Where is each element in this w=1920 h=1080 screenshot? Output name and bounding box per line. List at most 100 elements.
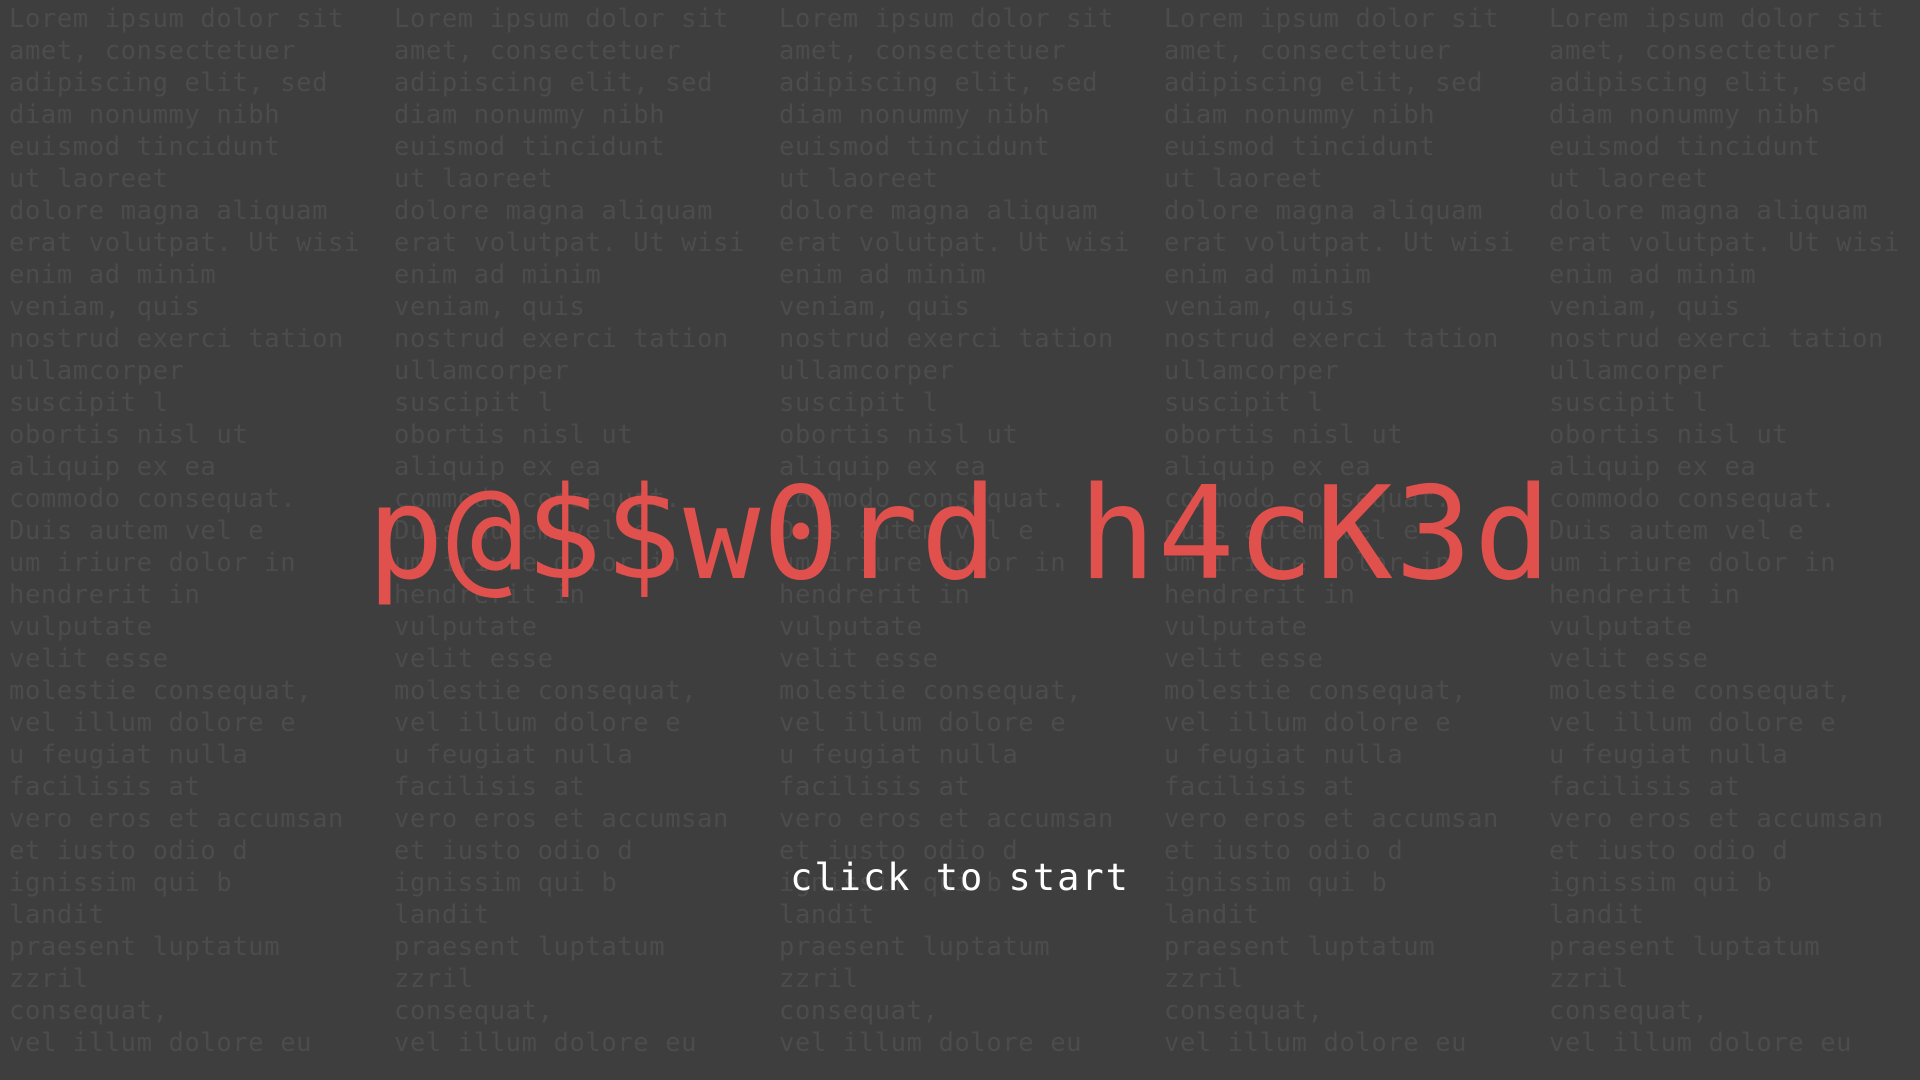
background-text-line: diam nonummy nibh bbox=[779, 100, 1051, 130]
background-text-line: vel illum dolore eu bbox=[9, 1028, 313, 1058]
background-text-line: diam nonummy nibh bbox=[1164, 100, 1436, 130]
background-text-line: praesent luptatum bbox=[1164, 932, 1436, 962]
background-text-line: veniam, quis bbox=[9, 292, 201, 322]
background-text-line: vulputate bbox=[1549, 612, 1693, 642]
background-text-line: zzril bbox=[1164, 964, 1244, 994]
background-text-line: amet, consectetuer bbox=[1549, 36, 1837, 66]
background-text-line: erat volutpat. Ut wisi bbox=[394, 228, 745, 258]
background-text-line: velit esse bbox=[9, 644, 169, 674]
background-text-line: diam nonummy nibh bbox=[1549, 100, 1821, 130]
background-text-line: obortis nisl ut bbox=[9, 420, 249, 450]
background-text-line: nostrud exerci tation bbox=[9, 324, 344, 354]
start-prompt[interactable]: click to start bbox=[0, 855, 1920, 901]
background-text-line: ut laoreet bbox=[779, 164, 939, 194]
background-text-line: suscipit l bbox=[394, 388, 554, 418]
background-text-line: landit bbox=[1164, 900, 1260, 930]
background-text-line: praesent luptatum bbox=[779, 932, 1051, 962]
background-text-line: ullamcorper bbox=[1549, 356, 1725, 386]
background-text-line: vero eros et accumsan bbox=[779, 804, 1114, 834]
background-text-line: euismod tincidunt bbox=[394, 132, 666, 162]
background-text-line: vel illum dolore eu bbox=[394, 1028, 698, 1058]
background-text-line: consequat, bbox=[9, 996, 169, 1026]
background-text-line: adipiscing elit, sed bbox=[1164, 68, 1484, 98]
background-text-line: u feugiat nulla bbox=[1549, 740, 1789, 770]
background-text-line: zzril bbox=[394, 964, 474, 994]
background-text-line: suscipit l bbox=[1549, 388, 1709, 418]
background-text-line: Lorem ipsum dolor sit bbox=[9, 4, 344, 34]
background-text-line: enim ad minim bbox=[1549, 260, 1757, 290]
background-text-line: molestie consequat, bbox=[1164, 676, 1468, 706]
background-text-line: enim ad minim bbox=[394, 260, 602, 290]
background-text-line: suscipit l bbox=[779, 388, 939, 418]
background-text-line: obortis nisl ut bbox=[1164, 420, 1404, 450]
background-text-line: u feugiat nulla bbox=[9, 740, 249, 770]
background-text-line: ullamcorper bbox=[394, 356, 570, 386]
background-text-line: facilisis at bbox=[779, 772, 971, 802]
background-text-line: vel illum dolore e bbox=[1549, 708, 1837, 738]
background-text-line: facilisis at bbox=[1549, 772, 1741, 802]
background-text-line: u feugiat nulla bbox=[779, 740, 1019, 770]
background-text-line: dolore magna aliquam bbox=[1164, 196, 1484, 226]
background-text-line: ut laoreet bbox=[1549, 164, 1709, 194]
background-text-line: dolore magna aliquam bbox=[9, 196, 329, 226]
background-text-line: nostrud exerci tation bbox=[394, 324, 729, 354]
background-text-line: facilisis at bbox=[9, 772, 201, 802]
background-text-line: amet, consectetuer bbox=[9, 36, 297, 66]
background-text-line: molestie consequat, bbox=[394, 676, 698, 706]
background-text-line: vel illum dolore e bbox=[394, 708, 682, 738]
background-text-line: erat volutpat. Ut wisi bbox=[1164, 228, 1515, 258]
background-text-line: nostrud exerci tation bbox=[1164, 324, 1499, 354]
background-text-line: molestie consequat, bbox=[1549, 676, 1853, 706]
background-text-line: erat volutpat. Ut wisi bbox=[9, 228, 360, 258]
background-text-line: dolore magna aliquam bbox=[1549, 196, 1869, 226]
background-text-line: euismod tincidunt bbox=[1549, 132, 1821, 162]
background-text-line: vulputate bbox=[1164, 612, 1308, 642]
background-text-line: vel illum dolore eu bbox=[1549, 1028, 1853, 1058]
background-text-line: amet, consectetuer bbox=[1164, 36, 1452, 66]
background-text-line: enim ad minim bbox=[9, 260, 217, 290]
background-text-line: Lorem ipsum dolor sit bbox=[779, 4, 1114, 34]
background-text-line: vero eros et accumsan bbox=[394, 804, 729, 834]
background-text-line: molestie consequat, bbox=[779, 676, 1083, 706]
background-text-line: facilisis at bbox=[394, 772, 586, 802]
background-text-line: vel illum dolore e bbox=[9, 708, 297, 738]
background-text-line: zzril bbox=[779, 964, 859, 994]
background-text-line: u feugiat nulla bbox=[1164, 740, 1404, 770]
background-text-line: veniam, quis bbox=[1549, 292, 1741, 322]
background-text-line: enim ad minim bbox=[1164, 260, 1372, 290]
background-text-line: zzril bbox=[1549, 964, 1629, 994]
background-text-line: u feugiat nulla bbox=[394, 740, 634, 770]
background-text-line: velit esse bbox=[1164, 644, 1324, 674]
background-text-line: diam nonummy nibh bbox=[9, 100, 281, 130]
background-text-line: ut laoreet bbox=[1164, 164, 1324, 194]
background-text-line: amet, consectetuer bbox=[779, 36, 1067, 66]
background-text-line: vel illum dolore e bbox=[1164, 708, 1452, 738]
background-text-line: vel illum dolore eu bbox=[779, 1028, 1083, 1058]
background-text-line: diam nonummy nibh bbox=[394, 100, 666, 130]
background-text-line: Lorem ipsum dolor sit bbox=[394, 4, 729, 34]
background-text-line: euismod tincidunt bbox=[1164, 132, 1436, 162]
background-text-line: adipiscing elit, sed bbox=[779, 68, 1099, 98]
background-text-line: molestie consequat, bbox=[9, 676, 313, 706]
background-text-line: praesent luptatum bbox=[1549, 932, 1821, 962]
background-text-line: suscipit l bbox=[9, 388, 169, 418]
background-text-line: veniam, quis bbox=[779, 292, 971, 322]
background-text-line: enim ad minim bbox=[779, 260, 987, 290]
background-text-line: ullamcorper bbox=[1164, 356, 1340, 386]
background-text-line: consequat, bbox=[779, 996, 939, 1026]
background-text-line: amet, consectetuer bbox=[394, 36, 682, 66]
background-text-line: landit bbox=[1549, 900, 1645, 930]
background-text-line: vero eros et accumsan bbox=[1549, 804, 1884, 834]
background-text-line: suscipit l bbox=[1164, 388, 1324, 418]
game-stage[interactable]: Lorem ipsum dolor sit amet, consectetuer a… bbox=[0, 0, 1920, 1080]
background-text-line: consequat, bbox=[1549, 996, 1709, 1026]
background-text-line: euismod tincidunt bbox=[779, 132, 1051, 162]
background-text-line: vel illum dolore eu bbox=[1164, 1028, 1468, 1058]
background-text-line: adipiscing elit, sed bbox=[9, 68, 329, 98]
background-text-line: veniam, quis bbox=[1164, 292, 1356, 322]
background-text-line: landit bbox=[779, 900, 875, 930]
background-text-line: vero eros et accumsan bbox=[1164, 804, 1499, 834]
background-text-line: obortis nisl ut bbox=[394, 420, 634, 450]
background-text-line: Lorem ipsum dolor sit bbox=[1164, 4, 1499, 34]
background-text-line: facilisis at bbox=[1164, 772, 1356, 802]
